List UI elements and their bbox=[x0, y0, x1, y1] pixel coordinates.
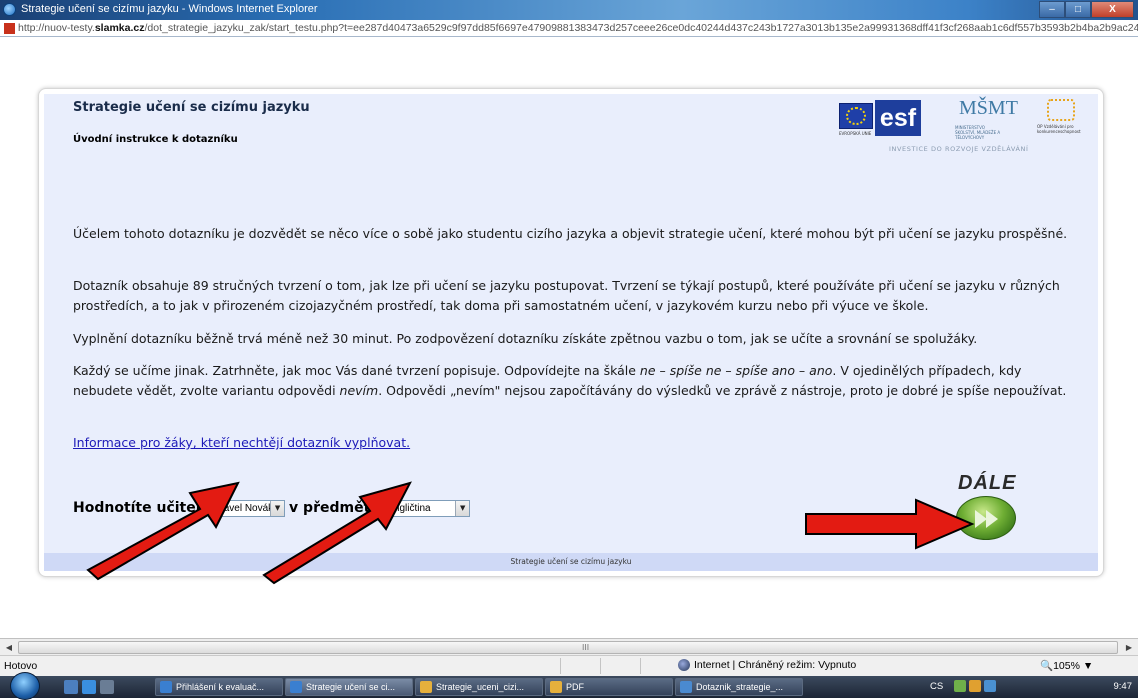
intro-paragraph-2: Dotazník obsahuje 89 stručných tvrzení o… bbox=[73, 278, 1060, 313]
volume-icon[interactable] bbox=[984, 680, 996, 692]
ie-window: Strategie učení se cizímu jazyku - Windo… bbox=[0, 0, 1138, 700]
msmt-logo: MŠMT bbox=[959, 97, 1018, 119]
page-subtitle: Úvodní instrukce k dotazníku bbox=[73, 134, 238, 145]
clock[interactable]: 9:47 bbox=[1114, 681, 1133, 692]
taskbar-item-label: Strategie_uceni_cizi... bbox=[436, 682, 525, 692]
scroll-right-icon[interactable]: ▶ bbox=[1121, 640, 1137, 655]
esf-logo: esf bbox=[875, 100, 921, 136]
taskbar-item-label: Přihlášení k evaluač... bbox=[176, 682, 265, 692]
taskbar-item[interactable]: Strategie učení se ci... bbox=[285, 678, 413, 696]
taskbar-item[interactable]: Dotaznik_strategie_... bbox=[675, 678, 803, 696]
maximize-button[interactable]: □ bbox=[1065, 1, 1091, 18]
show-desktop-icon[interactable] bbox=[64, 680, 78, 694]
ie-quicklaunch-icon[interactable] bbox=[82, 680, 96, 694]
status-text: Hotovo bbox=[4, 660, 38, 672]
security-zone-text: Internet | Chráněný režim: Vypnuto bbox=[694, 659, 857, 671]
tray-icons bbox=[954, 680, 996, 692]
p4-scale: ne – spíše ne – spíše ano – ano bbox=[639, 363, 833, 378]
address-bar[interactable]: http://nuov-testy.slamka.cz/dot_strategi… bbox=[0, 20, 1138, 37]
taskbar-buttons: Přihlášení k evaluač... Strategie učení … bbox=[155, 678, 803, 696]
investice-tagline: INVESTICE DO ROZVOJE VZDĚLÁVÁNÍ bbox=[889, 145, 1029, 153]
title-bar: Strategie učení se cizímu jazyku - Windo… bbox=[0, 0, 1138, 20]
language-indicator[interactable]: CS bbox=[930, 681, 943, 692]
network-icon[interactable] bbox=[954, 680, 966, 692]
p4-nevim: nevím bbox=[339, 383, 379, 398]
sponsor-logos: EVROPSKÁ UNIE esf MŠMT MINISTERSTVO ŠKOL… bbox=[839, 97, 1097, 157]
chevron-down-icon[interactable]: ▼ bbox=[455, 500, 470, 516]
p4-text-a: Každý se učíme jinak. Zatrhněte, jak moc… bbox=[73, 363, 640, 378]
arrow-to-next-icon bbox=[805, 498, 975, 550]
status-separator bbox=[600, 658, 601, 674]
info-link[interactable]: Informace pro žáky, kteří nechtějí dotaz… bbox=[73, 435, 410, 450]
page-title: Strategie učení se cizímu jazyku bbox=[73, 100, 310, 115]
window-controls: – □ X bbox=[1039, 1, 1134, 18]
taskbar-app-icon bbox=[550, 681, 562, 693]
taskbar-app-icon bbox=[290, 681, 302, 693]
eu-flag-icon bbox=[839, 103, 873, 129]
taskbar-item-label: PDF bbox=[566, 682, 584, 692]
windows-taskbar: Přihlášení k evaluač... Strategie učení … bbox=[0, 672, 1138, 700]
taskbar-item-label: Strategie učení se ci... bbox=[306, 682, 396, 692]
favicon-icon bbox=[4, 23, 15, 34]
op-logo-icon bbox=[1047, 99, 1075, 121]
intro-paragraph-4: Každý se učíme jinak. Zatrhněte, jak moc… bbox=[73, 361, 1085, 401]
scroll-left-icon[interactable]: ◀ bbox=[1, 640, 17, 655]
start-button[interactable] bbox=[10, 672, 40, 700]
close-button[interactable]: X bbox=[1091, 1, 1134, 18]
url-prefix: http://nuov-testy. bbox=[18, 22, 95, 34]
status-bar: Hotovo Internet | Chráněný režim: Vypnut… bbox=[0, 655, 1138, 676]
status-separator bbox=[640, 658, 641, 674]
scroll-thumb[interactable]: III bbox=[18, 641, 1118, 654]
security-zone[interactable]: Internet | Chráněný režim: Vypnuto bbox=[678, 659, 856, 671]
taskbar-item[interactable]: Přihlášení k evaluač... bbox=[155, 678, 283, 696]
taskbar-item[interactable]: Strategie_uceni_cizi... bbox=[415, 678, 543, 696]
page-viewport: Strategie učení se cizímu jazyku Úvodní … bbox=[0, 38, 1138, 638]
taskbar-item[interactable]: PDF bbox=[545, 678, 673, 696]
ie-icon bbox=[3, 3, 16, 16]
intro-paragraph-3: Vyplnění dotazníku běžně trvá méně než 3… bbox=[73, 331, 978, 346]
arrow-to-teacher-icon bbox=[86, 481, 240, 581]
intro-paragraph-1: Účelem tohoto dotazníku je dozvědět se n… bbox=[73, 226, 1068, 241]
switch-windows-icon[interactable] bbox=[100, 680, 114, 694]
play-triangle-icon bbox=[986, 510, 998, 528]
eu-caption: EVROPSKÁ UNIE bbox=[839, 131, 872, 136]
next-button-label: DÁLE bbox=[958, 472, 1017, 494]
zoom-level-text: 105% bbox=[1053, 660, 1080, 672]
globe-icon bbox=[678, 659, 690, 671]
scroll-grip: III bbox=[582, 643, 590, 652]
minimize-button[interactable]: – bbox=[1039, 1, 1065, 18]
arrow-to-subject-icon bbox=[262, 481, 412, 585]
window-title: Strategie učení se cizímu jazyku - Windo… bbox=[21, 3, 318, 15]
taskbar-app-icon bbox=[160, 681, 172, 693]
status-separator bbox=[560, 658, 561, 674]
msmt-caption: MINISTERSTVO ŠKOLSTVÍ, MLÁDEŽE A TĚLOVÝC… bbox=[955, 125, 1001, 140]
quick-launch bbox=[64, 680, 114, 694]
p4-text-c: . Odpovědi „nevím" nejsou započítávány d… bbox=[378, 383, 1067, 398]
security-icon[interactable] bbox=[969, 680, 981, 692]
taskbar-app-icon bbox=[420, 681, 432, 693]
taskbar-item-label: Dotaznik_strategie_... bbox=[696, 682, 784, 692]
op-caption: OP Vzdělávání pro konkurenceschopnost bbox=[1037, 124, 1081, 134]
horizontal-scrollbar[interactable]: ◀ III ▶ bbox=[0, 638, 1138, 655]
eu-stars-icon bbox=[846, 107, 866, 125]
url-path: /dot_strategie_jazyku_zak/start_testu.ph… bbox=[144, 22, 1138, 34]
zoom-level[interactable]: 🔍105% ▼ bbox=[1040, 659, 1093, 672]
system-tray: CS 9:47 bbox=[922, 676, 1138, 698]
url-text[interactable]: http://nuov-testy.slamka.cz/dot_strategi… bbox=[18, 22, 1138, 34]
taskbar-app-icon bbox=[680, 681, 692, 693]
url-domain: slamka.cz bbox=[94, 22, 145, 34]
